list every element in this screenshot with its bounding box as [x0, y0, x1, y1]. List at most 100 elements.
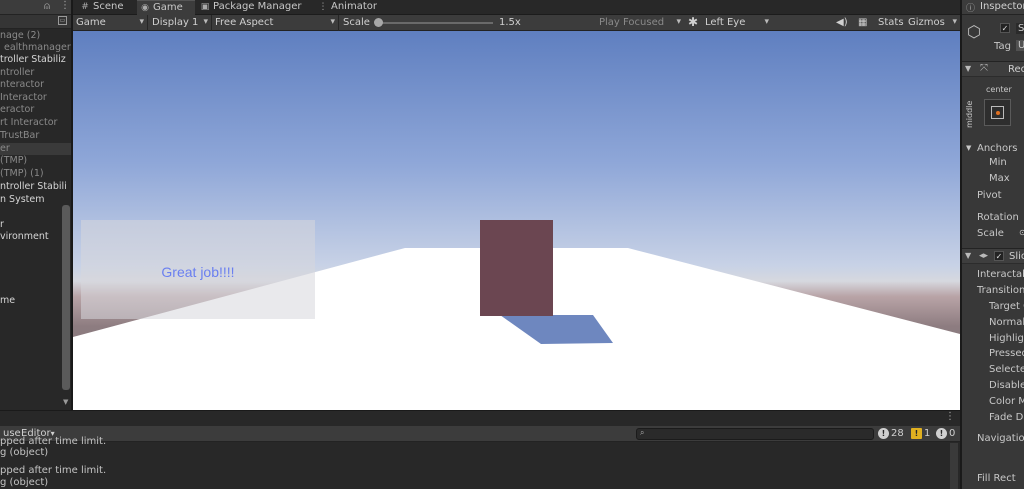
- hierarchy-item[interactable]: (TMP) (1): [0, 168, 71, 180]
- hierarchy-search[interactable]: ▭: [0, 15, 71, 29]
- tab-game[interactable]: ◉ Game: [137, 0, 195, 15]
- inspector-panel: ⓘ Inspector ⬡ ✓ S Tag U ▼ ⤧ Rec center m…: [961, 0, 1024, 489]
- inspector-title: Inspector: [980, 1, 1024, 12]
- inspector-tab[interactable]: ⓘ Inspector: [962, 0, 1024, 15]
- error-count-badge[interactable]: ! 28: [878, 428, 904, 440]
- warning-count-badge[interactable]: ! 1: [911, 428, 930, 440]
- anchor-preset-button[interactable]: [984, 99, 1011, 126]
- hierarchy-item-label: (TMP) (1): [0, 168, 44, 179]
- hierarchy-item[interactable]: rt Interactor: [0, 117, 71, 129]
- stats-button[interactable]: Stats: [875, 15, 905, 31]
- hierarchy-item-label: ntroller Stabili: [0, 181, 67, 192]
- console-search-input[interactable]: ⌕: [636, 428, 874, 440]
- console-scrollbar[interactable]: [950, 443, 958, 489]
- hash-icon: #: [81, 2, 89, 12]
- hierarchy-item-label: TrustBar: [0, 130, 40, 141]
- normal-color-label: Normal: [989, 317, 1024, 328]
- hierarchy-item[interactable]: nage (2): [0, 30, 71, 42]
- search-options-icon[interactable]: ▭: [58, 16, 67, 25]
- hierarchy-item-label: eractor: [0, 104, 35, 115]
- hierarchy-scrollbar[interactable]: [62, 205, 70, 390]
- aspect-dropdown[interactable]: Free Aspect: [212, 15, 339, 31]
- fill-rect-label: Fill Rect: [977, 473, 1016, 484]
- rect-transform-title: Rec: [1008, 64, 1024, 75]
- mute-audio-icon[interactable]: ◀): [833, 15, 849, 31]
- search-icon: ⌕: [640, 428, 645, 437]
- slider-component-header[interactable]: ▼ ◂▸ ✓ Slic: [962, 248, 1024, 264]
- game-viewport[interactable]: Great job!!!!: [73, 31, 960, 410]
- menu-dots-icon[interactable]: ⋮: [60, 0, 70, 11]
- gizmos-label: Gizmos: [908, 17, 945, 28]
- pivot-label: Pivot: [977, 190, 1002, 201]
- ui-feedback-panel: Great job!!!!: [81, 220, 315, 319]
- hierarchy-header: ⍝ ⋮: [0, 0, 71, 15]
- warning-count: 1: [924, 428, 931, 439]
- log-text: g (object): [0, 477, 49, 488]
- play-focused-label: Play Focused: [599, 17, 665, 28]
- hierarchy-item[interactable]: ntroller: [0, 67, 71, 79]
- target-graphic-label: Target G: [989, 301, 1024, 312]
- hierarchy-item[interactable]: ntroller Stabili: [0, 181, 71, 193]
- gameobject-cube-icon: ⬡: [967, 22, 981, 41]
- anchors-label[interactable]: Anchors: [977, 143, 1017, 154]
- console-log-entry[interactable]: pped after time limit.: [0, 436, 106, 447]
- navigation-label: Navigation: [977, 433, 1024, 444]
- hierarchy-item-selected[interactable]: er: [0, 143, 71, 155]
- scale-label: Scale: [977, 228, 1004, 239]
- interactable-field-label: Interactab: [977, 269, 1024, 280]
- hierarchy-item[interactable]: nteractor: [0, 79, 71, 91]
- active-checkbox[interactable]: ✓: [1000, 23, 1010, 33]
- gizmos-dropdown[interactable]: Gizmos: [905, 15, 960, 31]
- hierarchy-item[interactable]: ealthmanager: [0, 42, 71, 54]
- rect-transform-header[interactable]: ▼ ⤧ Rec: [962, 61, 1024, 77]
- hierarchy-item[interactable]: TrustBar: [0, 130, 71, 142]
- tab-label: Package Manager: [213, 1, 302, 12]
- keyboard-icon[interactable]: ▦: [855, 15, 871, 31]
- rotation-label: Rotation: [977, 212, 1019, 223]
- hierarchy-item-label: rt Interactor: [0, 117, 58, 128]
- menu-dots-icon[interactable]: ⋮: [945, 411, 955, 422]
- tag-dropdown[interactable]: U: [1016, 40, 1024, 51]
- game-mode-dropdown[interactable]: Game: [73, 15, 148, 31]
- game-mode-label: Game: [76, 17, 106, 28]
- info-count-badge[interactable]: ! 0: [936, 428, 955, 440]
- hierarchy-item[interactable]: eractor: [0, 104, 71, 116]
- lock-icon[interactable]: ⍝: [44, 1, 50, 12]
- tab-animator[interactable]: ⋮ Animator: [315, 0, 395, 15]
- display-dropdown[interactable]: Display 1: [149, 15, 212, 31]
- hierarchy-item-label: vironment: [0, 231, 49, 242]
- object-name-field[interactable]: S: [1016, 23, 1024, 34]
- scale-label-text: Scale: [343, 17, 370, 28]
- console-log-entry[interactable]: g (object): [0, 477, 48, 488]
- log-text: g (object): [0, 447, 49, 458]
- console-log-entry[interactable]: g (object): [0, 447, 48, 458]
- info-count: 0: [949, 428, 956, 439]
- scale-slider-track[interactable]: [377, 22, 493, 24]
- play-focused-dropdown[interactable]: Play Focused: [596, 15, 684, 31]
- anchor-center-dot-icon: [996, 111, 1000, 115]
- eye-dropdown[interactable]: Left Eye: [702, 15, 772, 31]
- scroll-down-arrow-icon[interactable]: ▼: [63, 398, 68, 406]
- hierarchy-item-label: troller Stabiliz: [0, 54, 66, 65]
- hierarchy-item[interactable]: troller Stabiliz: [0, 54, 71, 66]
- hierarchy-item[interactable]: (TMP): [0, 155, 71, 167]
- hierarchy-item[interactable]: n System: [0, 194, 71, 206]
- error-icon: !: [878, 428, 889, 439]
- slider-component-icon: ◂▸: [979, 251, 989, 261]
- cube: [480, 220, 553, 316]
- console-log-entry[interactable]: pped after time limit.: [0, 465, 106, 476]
- game-view-window: # Scene ◉ Game ▣ Package Manager ⋮ Animator …: [73, 0, 960, 410]
- tab-scene[interactable]: # Scene: [77, 0, 135, 15]
- foldout-arrow-icon: ▼: [966, 144, 972, 152]
- foldout-arrow-icon: ▼: [965, 251, 972, 260]
- tag-label: Tag: [994, 41, 1011, 52]
- slider-enabled-checkbox[interactable]: ✓: [994, 251, 1004, 261]
- bug-icon[interactable]: ✱: [685, 15, 701, 31]
- tab-label: Scene: [93, 1, 124, 12]
- hierarchy-panel: ⍝ ⋮ ▭ nage (2) ealthmanager troller Stab…: [0, 0, 72, 410]
- hierarchy-item[interactable]: Interactor: [0, 92, 71, 104]
- link-icon[interactable]: ⊙: [1019, 228, 1024, 237]
- eye-label: Left Eye: [705, 17, 746, 28]
- scale-slider-handle[interactable]: [374, 18, 383, 27]
- tab-package-manager[interactable]: ▣ Package Manager: [197, 0, 307, 15]
